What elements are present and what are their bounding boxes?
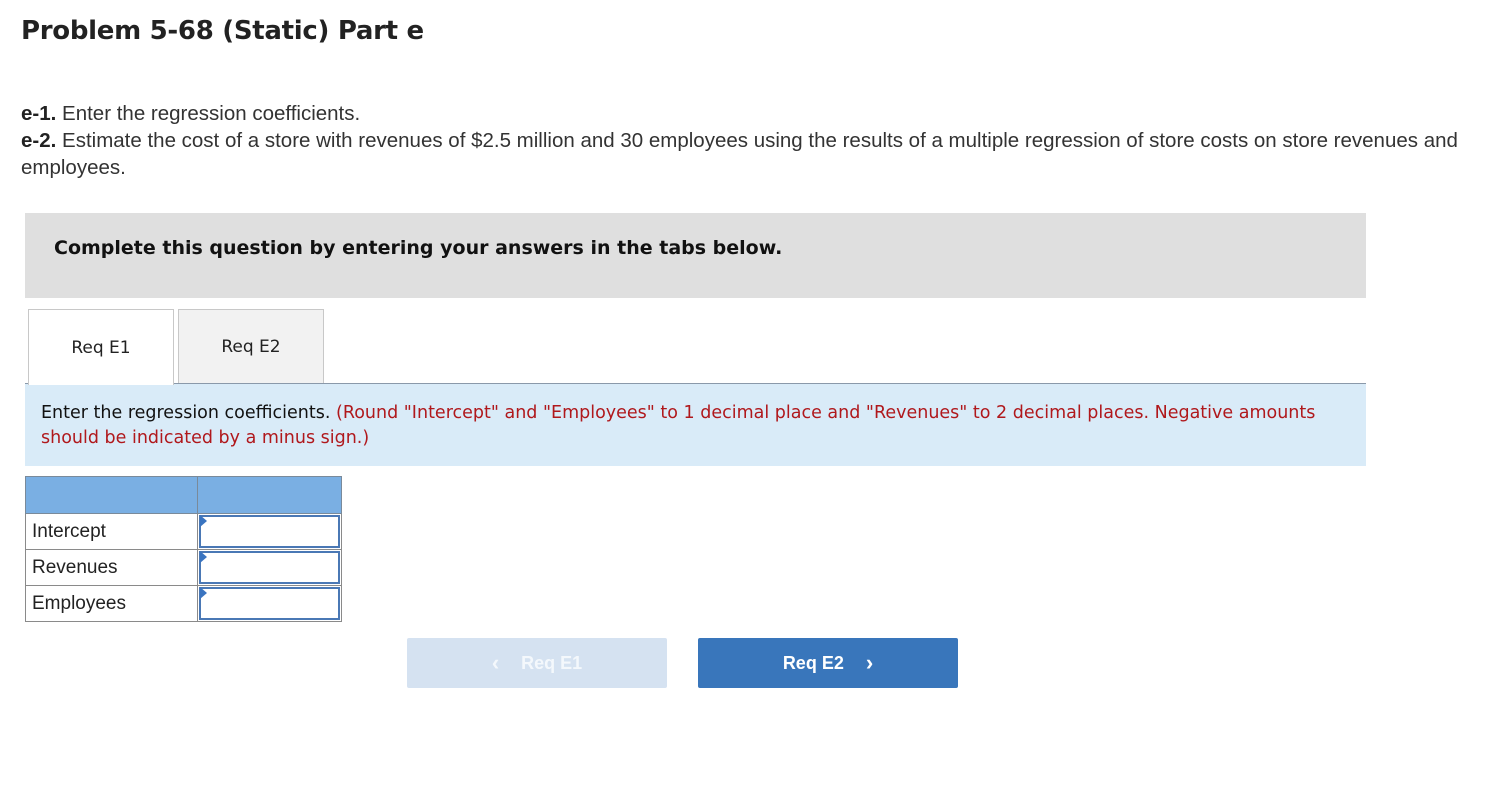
row-label-revenues: Revenues <box>25 549 198 586</box>
prev-button-label: Req E1 <box>521 652 583 673</box>
prev-req-e1-button[interactable]: ‹ Req E1 <box>407 638 667 688</box>
employees-input[interactable] <box>198 587 340 620</box>
table-header-row <box>25 476 343 514</box>
banner-text: Complete this question by entering your … <box>54 237 783 259</box>
tab-req-e1-label: Req E1 <box>71 337 131 358</box>
instruction-e2-label: e-2. <box>21 129 57 152</box>
prompt-text: Enter the regression coefficients. <box>41 403 336 423</box>
chevron-right-icon: › <box>865 650 874 675</box>
instruction-e1-label: e-1. <box>21 102 57 125</box>
table-row-employees: Employees <box>25 585 343 622</box>
intercept-input[interactable] <box>198 515 340 548</box>
next-req-e2-button[interactable]: Req E2 › <box>698 638 958 688</box>
tab-req-e2-label: Req E2 <box>221 337 281 357</box>
page-title: Problem 5-68 (Static) Part e <box>21 16 424 46</box>
employees-cell <box>196 585 343 622</box>
instructions: e-1. Enter the regression coefficients. … <box>21 100 1471 181</box>
tab-req-e1[interactable]: Req E1 <box>28 309 174 385</box>
question-prompt: Enter the regression coefficients. (Roun… <box>25 384 1366 466</box>
table-header-value <box>196 476 343 514</box>
row-label-employees: Employees <box>25 585 198 622</box>
table-row-revenues: Revenues <box>25 549 343 586</box>
next-button-label: Req E2 <box>782 652 844 673</box>
instruction-e2: e-2. Estimate the cost of a store with r… <box>21 127 1471 181</box>
regression-coefficients-table: Intercept Revenues Employees <box>25 476 343 622</box>
chevron-left-icon: ‹ <box>491 650 500 675</box>
input-flag-icon <box>199 515 207 527</box>
tab-bar: Req E1 Req E2 <box>25 309 1366 385</box>
instruction-e2-text: Estimate the cost of a store with revenu… <box>21 129 1458 179</box>
revenues-input[interactable] <box>198 551 340 584</box>
table-row-intercept: Intercept <box>25 513 343 550</box>
tab-req-e2[interactable]: Req E2 <box>178 309 324 384</box>
row-label-intercept: Intercept <box>25 513 198 550</box>
table-header-label <box>25 476 198 514</box>
intercept-cell <box>196 513 343 550</box>
instruction-e1: e-1. Enter the regression coefficients. <box>21 100 1471 127</box>
input-flag-icon <box>199 587 207 599</box>
instruction-banner: Complete this question by entering your … <box>25 213 1366 298</box>
instruction-e1-text: Enter the regression coefficients. <box>56 102 361 125</box>
revenues-cell <box>196 549 343 586</box>
input-flag-icon <box>199 551 207 563</box>
